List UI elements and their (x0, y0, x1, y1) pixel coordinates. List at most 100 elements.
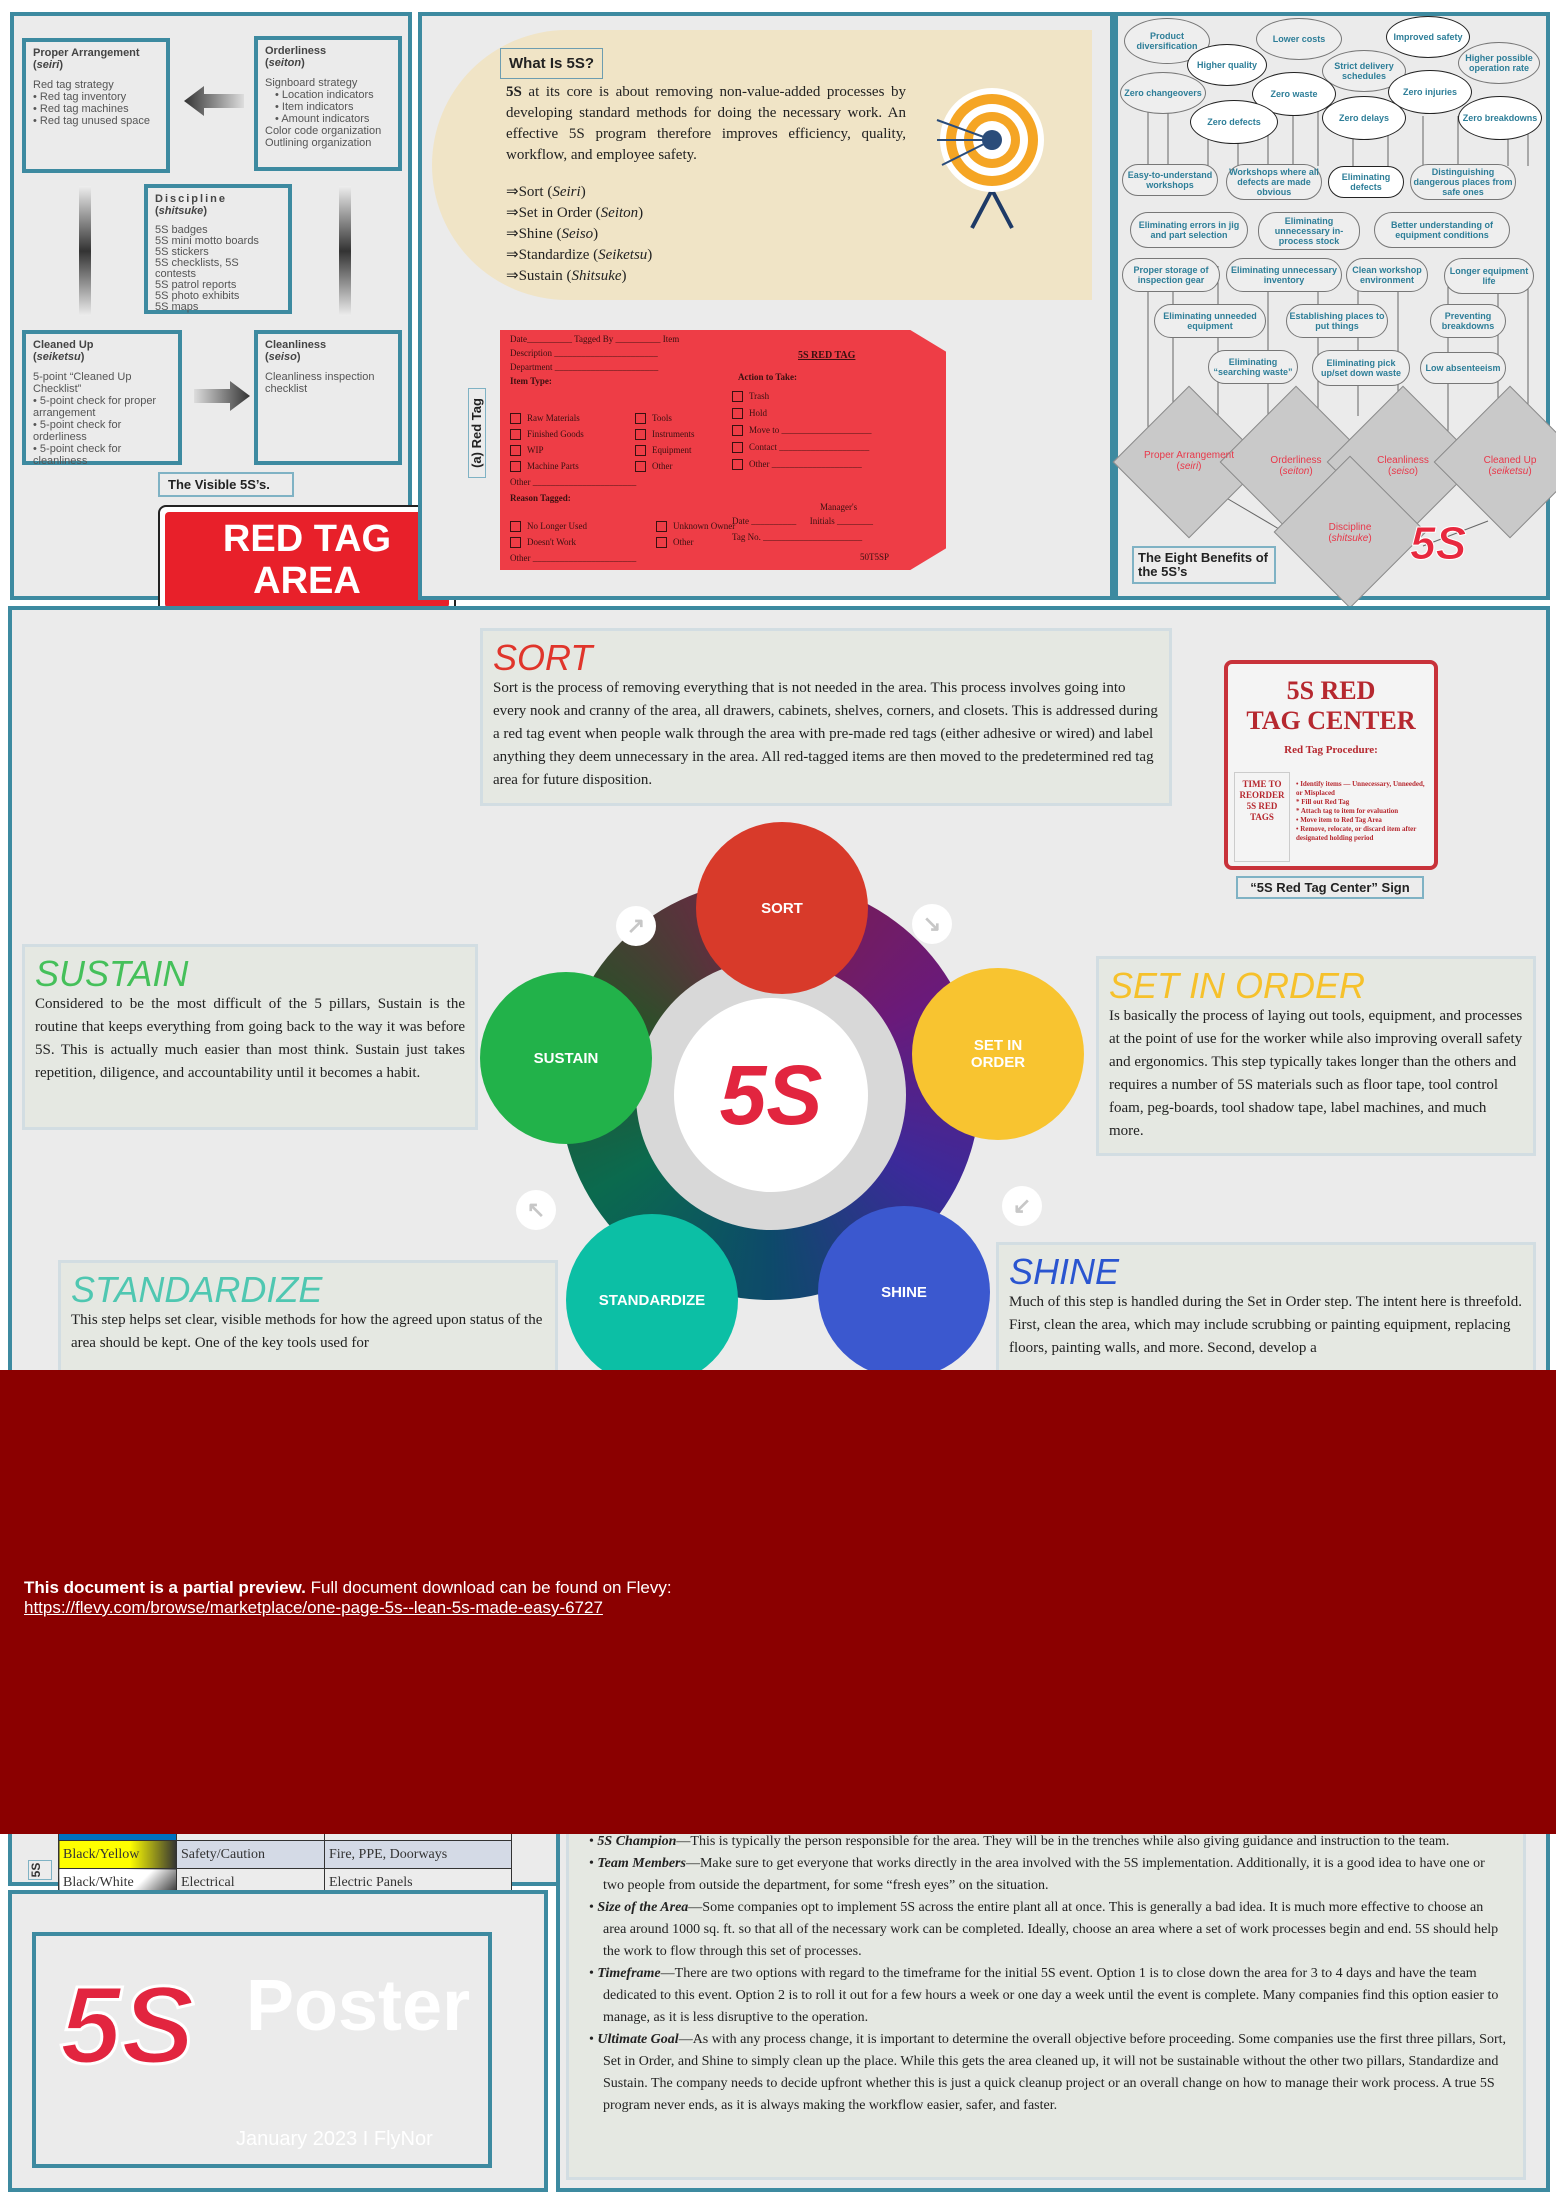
list-item: • Team Members—Make sure to get everyone… (589, 1856, 1485, 1893)
cycle-arrow-icon: ↘ (912, 904, 952, 944)
checkbox-item[interactable]: Other (635, 458, 695, 474)
red-tag-code: 50T5SP (860, 552, 890, 562)
proper-arrangement-jp: seiri (36, 59, 60, 71)
benefit-pill: Eliminating pick up/set down waste (1312, 350, 1410, 386)
poster-title-box: 5S Poster January 2023 I FlyNor (32, 1932, 492, 2168)
benefit-pill: Workshops where all defects are made obv… (1226, 164, 1322, 200)
checkbox-item[interactable]: Doesn't Work (510, 534, 636, 550)
list-item: Red tag unused space (33, 115, 159, 127)
wheel-shine: SHINE (818, 1206, 990, 1378)
orderliness-extra: Outlining organization (265, 137, 372, 149)
wheel-sort: SORT (696, 822, 868, 994)
wheel-standardize: STANDARDIZE (566, 1214, 738, 1386)
checkbox-item[interactable]: Move to ____________________ (732, 422, 872, 439)
preview-notice-bold: This document is a partial preview. (24, 1578, 306, 1597)
checkbox-item[interactable]: Instruments (635, 426, 695, 442)
checkbox-item[interactable]: Unknown Owner (656, 518, 735, 534)
logo-5s-center: 5S (719, 1047, 823, 1142)
orderliness-title: Orderliness (265, 45, 327, 57)
gradient-bar-right (339, 186, 351, 316)
benefit-ellipse: Lower costs (1256, 18, 1342, 60)
checkbox-item[interactable]: WIP (510, 442, 636, 458)
benefit-pill: Better understanding of equipment condit… (1374, 212, 1510, 248)
benefit-pill: Eliminating errors in jig and part selec… (1130, 212, 1248, 248)
red-tag-center-sign: 5S RED TAG CENTER Red Tag Procedure: TIM… (1224, 660, 1438, 870)
poster-title: Poster (246, 1966, 471, 2046)
checkbox-item[interactable]: Tools (635, 410, 695, 426)
discipline-jp: shitsuke (158, 205, 204, 217)
red-tag-form: Date__________ Tagged By __________ Item… (500, 330, 946, 570)
pillar-item: ⇒Standardize (Seiketsu) (506, 247, 653, 263)
preview-link[interactable]: https://flevy.com/browse/marketplace/one… (24, 1598, 603, 1617)
benefit-pill: Easy-to-understand workshops (1122, 164, 1218, 196)
list-item: Location indicators (275, 89, 391, 101)
list-item: • Ultimate Goal—As with any process chan… (589, 2032, 1507, 2113)
benefit-pill: Clean workshop environment (1346, 258, 1428, 292)
benefit-ellipse: Improved safety (1386, 16, 1470, 58)
red-tag-brand: 5S RED TAG (798, 350, 856, 361)
sign-line-1: RED TAG (222, 518, 392, 560)
benefit-pill: Proper storage of inspection gear (1122, 258, 1220, 292)
wheel-set-in-order: SET IN ORDER (912, 968, 1084, 1140)
list-item: • 5S Champion—This is typically the pers… (589, 1834, 1450, 1849)
wheel-center: 5S (674, 998, 868, 1192)
benefit-pill: Eliminating unnecessary in-process stock (1258, 212, 1360, 250)
pillar-list: ⇒Sort (Seiri) ⇒Set in Order (Seiton) ⇒Sh… (506, 182, 652, 287)
rtc-step: • Identify items — Unnecessary, Unneeded… (1296, 780, 1425, 797)
cleanliness-jp: seiso (268, 351, 297, 363)
sustain-body: Considered to be the most difficult of t… (35, 996, 465, 1081)
list-item: • Size of the Area—Some companies opt to… (589, 1900, 1499, 1959)
rtc-line-1: 5S RED (1286, 676, 1376, 705)
pillar-item: ⇒Shine (Seiso) (506, 226, 599, 242)
set-in-order-body: Is basically the process of laying out t… (1109, 1008, 1523, 1139)
benefit-pill: Eliminating unnecessary inventory (1226, 258, 1342, 292)
cleaned-up-title: Cleaned Up (33, 339, 94, 351)
rtc-step: • Move item to Red Tag Area (1296, 816, 1382, 824)
checkbox-item[interactable]: Other (656, 534, 735, 550)
orderliness-intro: Signboard strategy (265, 77, 358, 89)
list-item: • Timeframe—There are two options with r… (589, 1966, 1499, 2025)
list-item: 5-point check for cleanliness (33, 443, 171, 467)
sustain-title: SUSTAIN (35, 953, 189, 994)
checkbox-item[interactable]: Raw Materials (510, 410, 636, 426)
cycle-arrow-icon: ↖ (516, 1190, 556, 1230)
list-item: Red tag machines (33, 103, 159, 115)
rtc-step: • Remove, relocate, or discard item afte… (1296, 825, 1417, 842)
list-item: 5-point check for proper arrangement (33, 395, 171, 419)
checkbox-item[interactable]: Hold (732, 405, 872, 422)
checkbox-item[interactable]: Machine Parts (510, 458, 636, 474)
benefit-pill: Eliminating unneeded equipment (1154, 304, 1266, 338)
cleaned-up-jp: seiketsu (36, 351, 81, 363)
cleanliness-intro: Cleanliness inspection checklist (265, 371, 375, 395)
pillar-item: ⇒Set in Order (Seiton) (506, 205, 644, 221)
list-item: 5S checklists, 5S contests (155, 257, 239, 280)
checkbox-item[interactable]: Equipment (635, 442, 695, 458)
eight-benefits-caption: The Eight Benefits of the 5S’s (1132, 546, 1276, 584)
list-item: Item indicators (275, 101, 391, 113)
arrow-left-icon (184, 86, 244, 116)
cycle-arrow-icon: ↗ (616, 906, 656, 946)
orderliness-extra: Color code organization (265, 125, 382, 137)
proper-arrangement-intro: Red tag strategy (33, 79, 114, 91)
list-item: 5-point check for orderliness (33, 419, 171, 443)
discipline-title: Discipline (155, 193, 227, 205)
sort-section: SORT Sort is the process of removing eve… (480, 628, 1172, 806)
benefit-ellipse: Zero changeovers (1120, 72, 1206, 114)
standardize-title: STANDARDIZE (71, 1269, 323, 1310)
arrow-right-icon (194, 381, 250, 411)
poster-date: January 2023 I FlyNor (236, 2128, 433, 2150)
wheel-sustain: SUSTAIN (480, 972, 652, 1144)
discipline-box: Discipline (shitsuke) 5S badges 5S mini … (144, 184, 292, 314)
checkbox-item[interactable]: Other ____________________ (732, 456, 872, 473)
what-is-5s-body: 5S at its core is about removing non-val… (506, 82, 906, 166)
checkbox-item[interactable]: No Longer Used (510, 518, 636, 534)
checkbox-item[interactable]: Finished Goods (510, 426, 636, 442)
rtc-step: * Attach tag to item for evaluation (1296, 807, 1399, 815)
checkbox-item[interactable]: Contact ____________________ (732, 439, 872, 456)
benefit-ellipse: Zero delays (1322, 96, 1406, 140)
cleaned-up-intro: 5-point “Cleaned Up Checklist” (33, 371, 132, 395)
checkbox-item[interactable]: Trash (732, 388, 872, 405)
rtc-line-2: TAG CENTER (1246, 706, 1416, 735)
pillar-item: ⇒Sustain (Shitsuke) (506, 268, 627, 284)
benefit-pill: Longer equipment life (1444, 258, 1534, 294)
